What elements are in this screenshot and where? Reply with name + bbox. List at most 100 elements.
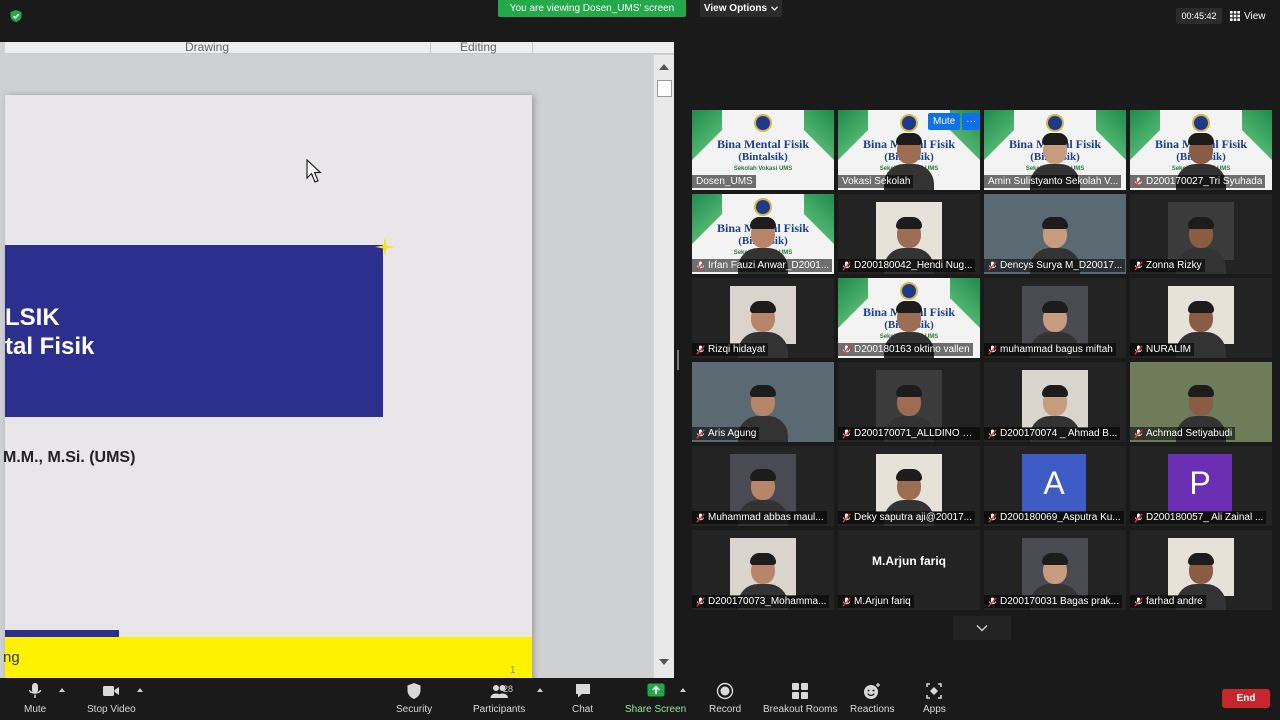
participant-tile[interactable]: Bina Mental Fisik(Bintalsik)Sekolah Voka… <box>692 110 834 190</box>
split-divider-handle[interactable] <box>677 350 679 370</box>
participant-tile[interactable]: M.Arjun fariq M.Arjun fariq <box>838 530 980 610</box>
participant-tile[interactable]: Aris Agung <box>692 362 834 442</box>
person-hair <box>750 217 776 229</box>
participant-tile[interactable]: Bina Mental Fisik(Bintalsik)Sekolah Voka… <box>984 110 1126 190</box>
stop-video-button[interactable]: Stop Video <box>87 682 136 715</box>
share-options-caret-icon[interactable] <box>680 688 686 692</box>
microphone-muted-icon <box>988 260 997 271</box>
apps-label: Apps <box>923 704 946 715</box>
participant-avatar: P <box>1168 454 1232 512</box>
shield-check-icon[interactable] <box>9 9 23 23</box>
microphone-muted-icon <box>696 596 705 607</box>
microphone-muted-icon <box>842 428 851 439</box>
participant-tile[interactable]: muhammad bagus miftah <box>984 278 1126 358</box>
ribbon-editing-label: Editing <box>460 42 497 54</box>
participant-name-label: farhad andre <box>1130 595 1206 608</box>
participant-tile[interactable]: P D200180057_ Ali Zainal ... <box>1130 446 1272 526</box>
breakout-rooms-button[interactable]: Breakout Rooms <box>763 682 837 715</box>
breakout-rooms-icon <box>792 683 809 699</box>
gallery-next-page-button[interactable] <box>953 616 1011 640</box>
microphone-muted-icon <box>1134 428 1143 439</box>
viewing-banner-text: You are viewing Dosen_UMS' screen <box>509 3 675 14</box>
mouse-pointer-icon <box>306 159 322 183</box>
participants-options-caret-icon[interactable] <box>537 688 543 692</box>
participant-tile[interactable]: Dencys Surya M_D20017... <box>984 194 1126 274</box>
mute-participant-button[interactable]: Mute <box>928 113 961 130</box>
participant-tile[interactable]: Rizqi hidayat <box>692 278 834 358</box>
apps-button[interactable]: Apps <box>923 682 946 715</box>
participant-name: D200180163 oktino vallen <box>854 344 970 355</box>
participant-name: Muhammad abbas maul... <box>708 512 824 523</box>
participant-name-label: Dencys Surya M_D20017... <box>984 259 1126 272</box>
slide-thumb-subtitle: (Bintalsik) <box>738 151 788 163</box>
participant-tile[interactable]: Muhammad abbas maul... <box>692 446 834 526</box>
mute-options-caret-icon[interactable] <box>59 688 65 692</box>
microphone-muted-icon <box>696 260 705 271</box>
scroll-up-arrow-icon[interactable] <box>659 64 669 70</box>
participant-name: Deky saputra aji@20017... <box>854 512 972 523</box>
participant-tile[interactable]: Zonna Rizky <box>1130 194 1272 274</box>
end-meeting-button[interactable]: End <box>1222 689 1270 708</box>
participant-tile[interactable]: Bina Mental Fisik(Bintalsik)Sekolah Voka… <box>692 194 834 274</box>
reactions-button[interactable]: Reactions <box>850 682 894 715</box>
record-button[interactable]: Record <box>709 682 741 715</box>
participant-name-label: D200170027_Tri Syuhada <box>1130 175 1266 188</box>
breakout-rooms-label: Breakout Rooms <box>763 704 838 715</box>
security-button[interactable]: Security <box>396 682 432 715</box>
microphone-muted-icon <box>1134 176 1143 187</box>
scroll-thumb[interactable] <box>657 80 672 97</box>
microphone-muted-icon <box>988 344 997 355</box>
participant-tile[interactable]: A D200180069_Asputra Ku... <box>984 446 1126 526</box>
participant-name: Zonna Rizky <box>1146 260 1202 271</box>
participants-button[interactable]: 28 Participants <box>473 682 525 715</box>
school-logo-icon <box>754 198 772 216</box>
microphone-muted-icon <box>1134 512 1143 523</box>
participant-tile[interactable]: NURALIM <box>1130 278 1272 358</box>
participant-name-label: Muhammad abbas maul... <box>692 511 827 524</box>
participant-tile[interactable]: Deky saputra aji@20017... <box>838 446 980 526</box>
shared-screen[interactable]: Drawing Editing LSIK tal Fisik M.M., M.S… <box>0 42 674 678</box>
participant-name-label: D200170073_Mohamma... <box>692 595 830 608</box>
share-screen-button[interactable]: Share Screen <box>625 682 686 715</box>
participant-tile[interactable]: Bina Mental Fisik(Bintalsik)Sekolah Voka… <box>1130 110 1272 190</box>
participant-name: Achmad Setiyabudi <box>1146 428 1233 439</box>
mute-button[interactable]: Mute <box>24 682 46 715</box>
slide-canvas: LSIK tal Fisik M.M., M.Si. (UMS) ng 1 <box>3 55 651 678</box>
participant-name: Dencys Surya M_D20017... <box>1000 260 1123 271</box>
shield-icon <box>407 683 421 699</box>
view-layout-button[interactable]: View <box>1230 8 1266 24</box>
vertical-scrollbar[interactable] <box>653 55 674 678</box>
participant-name: D200170074 _ Ahmad B... <box>1000 428 1118 439</box>
video-options-caret-icon[interactable] <box>137 688 143 692</box>
person-hair <box>1188 553 1214 565</box>
chat-button[interactable]: Chat <box>572 682 593 715</box>
stop-video-label: Stop Video <box>87 704 136 715</box>
chevron-down-icon <box>771 6 779 11</box>
meeting-timer: 00:45:42 <box>1176 8 1222 24</box>
participant-tile[interactable]: D200170074 _ Ahmad B... <box>984 362 1126 442</box>
participant-name: D200170071_ALLDINO R... <box>854 428 977 439</box>
participant-tile[interactable]: D200170071_ALLDINO R... <box>838 362 980 442</box>
viewing-screen-banner: You are viewing Dosen_UMS' screen <box>498 0 686 17</box>
view-options-button[interactable]: View Options <box>700 0 782 17</box>
microphone-muted-icon <box>1134 260 1143 271</box>
participant-tile[interactable]: Bina Mental Fisik(Bintalsik)Sekolah Voka… <box>838 278 980 358</box>
participant-tile[interactable]: Achmad Setiyabudi <box>1130 362 1272 442</box>
participant-tile[interactable]: D200170031 Bagas prak... <box>984 530 1126 610</box>
timer-text: 00:45:42 <box>1181 11 1217 21</box>
grid-icon <box>1230 11 1240 21</box>
microphone-muted-icon <box>842 344 851 355</box>
slide-footer-text: ng <box>3 649 20 666</box>
participant-tile[interactable]: farhad andre <box>1130 530 1272 610</box>
participant-tile[interactable]: D200170073_Mohamma... <box>692 530 834 610</box>
ribbon-separator <box>430 42 431 54</box>
participant-name: Irfan Fauzi Anwar_D2001... <box>708 260 830 271</box>
participant-tile[interactable]: D200180042_Hendi Nug... <box>838 194 980 274</box>
record-label: Record <box>709 704 742 715</box>
share-screen-label: Share Screen <box>625 704 687 715</box>
scroll-down-arrow-icon[interactable] <box>659 659 669 665</box>
more-options-button[interactable]: ··· <box>962 113 981 130</box>
participant-name: Rizqi hidayat <box>708 344 766 355</box>
meeting-toolbar: Mute Stop Video Security 28 Participants… <box>0 678 1280 720</box>
participant-name-label: D200180042_Hendi Nug... <box>838 259 976 272</box>
